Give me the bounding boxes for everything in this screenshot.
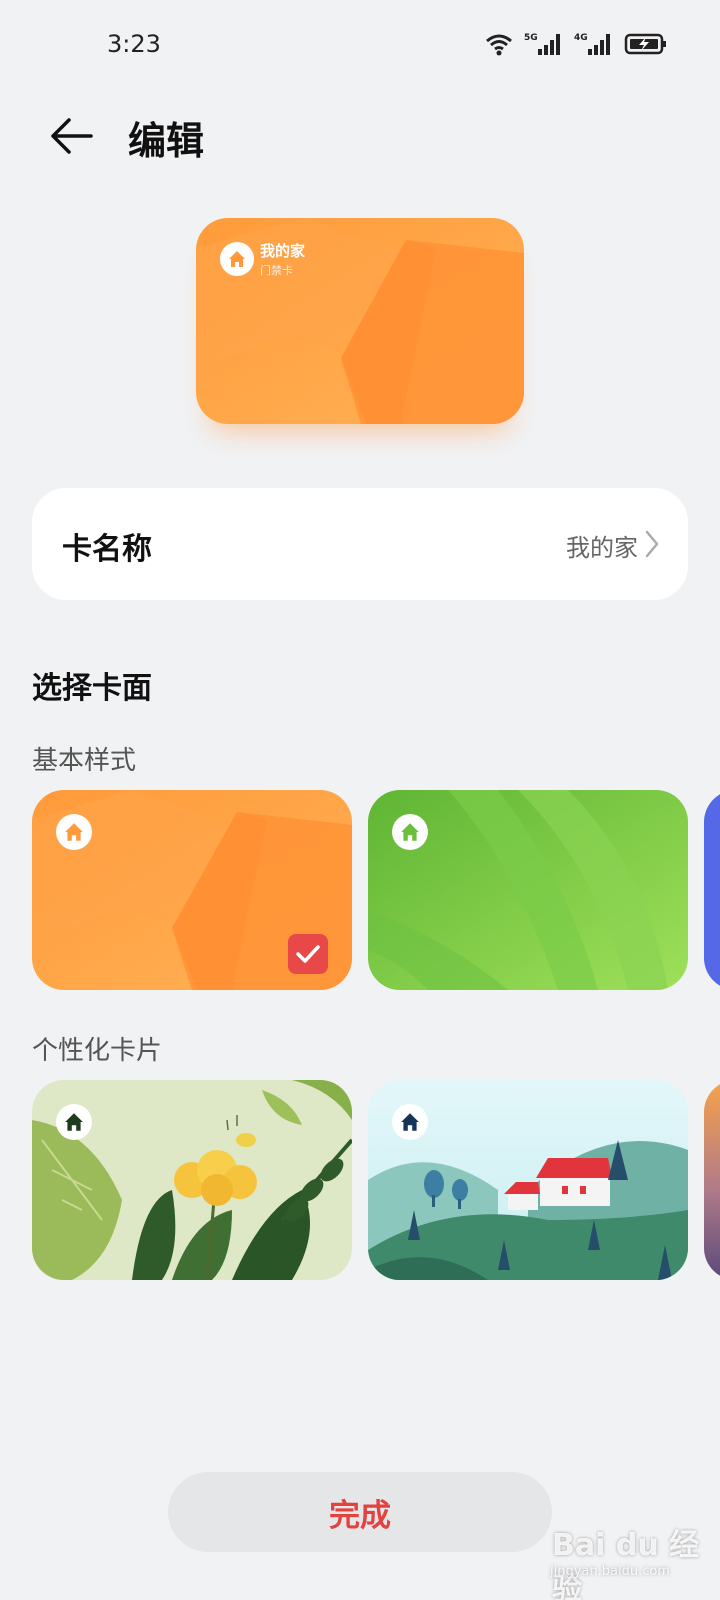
done-button[interactable]: 完成 <box>168 1472 552 1552</box>
card-face-option-sunset[interactable] <box>704 1080 720 1280</box>
header: 编辑 <box>0 90 720 180</box>
back-button[interactable] <box>40 108 102 164</box>
signal-4g-icon: 4G <box>574 33 610 55</box>
home-icon <box>392 1104 428 1140</box>
personalized-label: 个性化卡片 <box>32 1036 163 1066</box>
basic-style-row <box>0 790 720 990</box>
signal-5g-icon: 5G <box>524 33 560 55</box>
home-icon <box>56 1104 92 1140</box>
network-4g-label: 4G <box>574 33 588 43</box>
card-face-option-flower[interactable] <box>32 1080 352 1280</box>
home-icon <box>392 814 428 850</box>
card-name-label: 卡名称 <box>62 532 152 567</box>
preview-card-title: 我的家 <box>260 242 306 260</box>
basic-style-label: 基本样式 <box>32 746 137 776</box>
card-preview: 我的家 门禁卡 <box>196 218 524 424</box>
done-button-label: 完成 <box>329 1497 391 1534</box>
personalized-row <box>0 1080 720 1280</box>
home-icon <box>220 242 254 276</box>
card-face-option-hills-house[interactable] <box>368 1080 688 1280</box>
wifi-icon <box>486 34 512 56</box>
card-name-value: 我的家 <box>566 534 638 562</box>
arrow-left-icon <box>51 118 93 154</box>
chevron-right-icon <box>645 530 659 558</box>
card-face-option-blue[interactable] <box>704 790 720 990</box>
card-face-option-green[interactable] <box>368 790 688 990</box>
section-title: 选择卡面 <box>32 671 152 706</box>
watermark: Bai du 经验 jingyan.baidu.com <box>548 1520 708 1600</box>
watermark-url: jingyan.baidu.com <box>550 1564 670 1579</box>
status-time: 3:23 <box>107 30 161 58</box>
preview-card-subtitle: 门禁卡 <box>260 264 293 277</box>
card-name-row[interactable]: 卡名称 我的家 <box>32 488 688 600</box>
battery-charging-icon <box>624 33 666 55</box>
status-icons: 5G 4G <box>484 30 668 58</box>
watermark-logo: Bai du 经验 <box>552 1528 700 1600</box>
selected-check-icon <box>288 934 328 974</box>
network-5g-label: 5G <box>524 33 538 43</box>
home-icon <box>56 814 92 850</box>
card-face-option-orange[interactable] <box>32 790 352 990</box>
page-title: 编辑 <box>128 119 205 163</box>
status-bar: 3:23 5G 4G <box>0 0 720 90</box>
